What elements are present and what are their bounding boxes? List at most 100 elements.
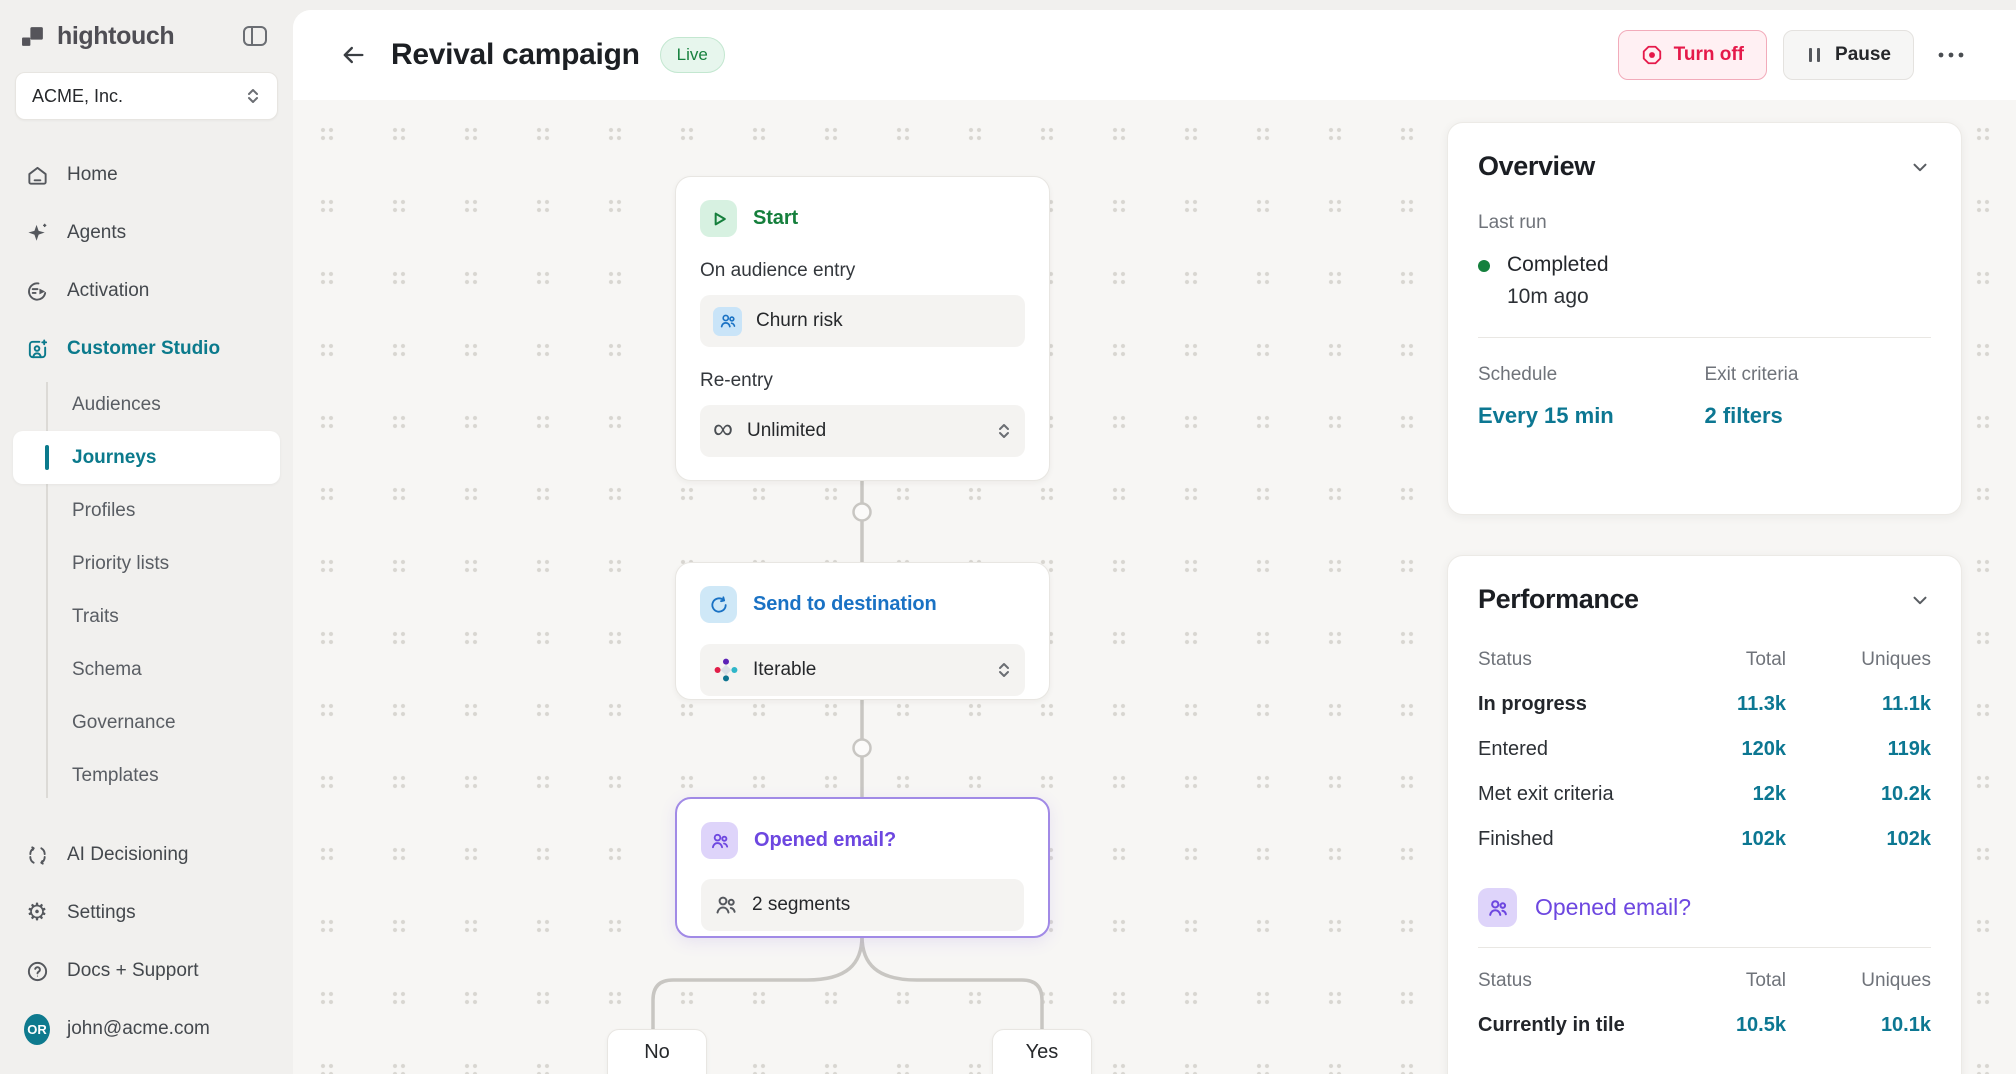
sidebar-item-templates[interactable]: Templates <box>13 749 280 802</box>
node-send-to-destination[interactable]: Send to destination Iterable <box>675 562 1050 700</box>
sidebar-item-settings[interactable]: ⚙ Settings <box>13 884 280 942</box>
hightouch-pixel-logo-icon <box>21 24 46 49</box>
node-opened-email[interactable]: Opened email? 2 segments <box>675 797 1050 938</box>
main-content: Revival campaign Live Turn off Pause <box>293 10 2016 1074</box>
table-row: In progress 11.3k 11.1k <box>1478 682 1931 727</box>
turn-off-button[interactable]: Turn off <box>1618 30 1767 80</box>
divider <box>1478 947 1931 948</box>
node-branch-header: Opened email? <box>701 822 1024 859</box>
column-total: Total <box>1666 649 1786 671</box>
row-total: 10.5k <box>1666 1014 1786 1037</box>
workspace-selector[interactable]: ACME, Inc. <box>15 72 278 120</box>
app-root: hightouch ACME, Inc. Home <box>0 0 2016 1074</box>
performance-title: Performance <box>1478 584 1639 615</box>
sidebar-item-profiles[interactable]: Profiles <box>13 484 280 537</box>
branch-yes-label: Yes <box>1026 1041 1059 1074</box>
sidebar-item-governance[interactable]: Governance <box>13 696 280 749</box>
segments-chip[interactable]: 2 segments <box>701 879 1024 931</box>
schedule-value-link[interactable]: Every 15 min <box>1478 403 1705 429</box>
chevron-down-icon[interactable] <box>1909 589 1931 611</box>
row-total: 11.3k <box>1666 693 1786 716</box>
users-icon <box>1478 888 1517 927</box>
home-icon <box>24 164 50 187</box>
pause-button[interactable]: Pause <box>1783 30 1914 80</box>
row-uniques: 10.2k <box>1786 783 1931 806</box>
sidebar-item-user[interactable]: OR john@acme.com <box>13 1000 280 1058</box>
row-total: 12k <box>1666 783 1786 806</box>
sub-item-label: Priority lists <box>72 553 169 575</box>
branch-no-label: No <box>644 1041 670 1074</box>
sidebar-item-journeys[interactable]: Journeys <box>13 431 280 484</box>
sidebar-nav: Home Agents Activation Customer Studio <box>13 146 280 378</box>
status-badge: Live <box>660 37 725 73</box>
users-icon <box>701 822 738 859</box>
chevron-up-down-icon <box>245 86 261 106</box>
iterable-logo-icon <box>713 657 739 683</box>
performance-table: Status Total Uniques In progress 11.3k 1… <box>1478 637 1931 862</box>
exit-criteria-value-link[interactable]: 2 filters <box>1705 403 1932 429</box>
sidebar-item-customer-studio[interactable]: Customer Studio <box>13 320 280 378</box>
tile-title-link[interactable]: Opened email? <box>1535 894 1691 921</box>
user-email: john@acme.com <box>67 1018 210 1040</box>
node-title: Opened email? <box>754 829 896 852</box>
sidebar-item-docs-support[interactable]: Docs + Support <box>13 942 280 1000</box>
back-button[interactable] <box>333 35 373 75</box>
sidebar-item-schema[interactable]: Schema <box>13 643 280 696</box>
ellipsis-icon <box>1936 50 1966 60</box>
row-uniques: 102k <box>1786 828 1931 851</box>
performance-card: Performance Status Total Uniques In prog… <box>1447 555 1962 1074</box>
sidebar-item-ai-decisioning[interactable]: AI Decisioning <box>13 826 280 884</box>
sidebar-item-home[interactable]: Home <box>13 146 280 204</box>
sidebar-item-label: Customer Studio <box>67 338 220 360</box>
table-row: Finished 102k 102k <box>1478 817 1931 862</box>
row-total: 120k <box>1666 738 1786 761</box>
column-total: Total <box>1666 970 1786 992</box>
sidebar-item-priority-lists[interactable]: Priority lists <box>13 537 280 590</box>
sidebar-item-traits[interactable]: Traits <box>13 590 280 643</box>
audience-name: Churn risk <box>756 310 843 332</box>
reentry-value: Unlimited <box>747 420 826 442</box>
branch-yes-node[interactable]: Yes <box>992 1029 1092 1074</box>
trigger-label: On audience entry <box>700 260 1025 282</box>
page-title: Revival campaign <box>391 38 640 72</box>
page-header: Revival campaign Live Turn off Pause <box>293 10 2016 100</box>
overview-grid: Schedule Exit criteria Every 15 min 2 fi… <box>1478 364 1931 429</box>
tile-table: Status Total Uniques Currently in tile 1… <box>1478 958 1931 1048</box>
destination-select[interactable]: Iterable <box>700 644 1025 696</box>
last-run-label: Last run <box>1478 212 1931 234</box>
overview-card: Overview Last run Completed 10m ago Sche… <box>1447 122 1962 515</box>
sidebar-item-label: Docs + Support <box>67 960 199 982</box>
destination-name: Iterable <box>753 659 816 681</box>
table-header-row: Status Total Uniques <box>1478 958 1931 1003</box>
overview-card-header[interactable]: Overview <box>1478 151 1931 182</box>
header-actions: Turn off Pause <box>1618 30 1972 80</box>
node-title: Start <box>753 207 798 230</box>
sidebar-collapse-icon[interactable] <box>238 20 272 52</box>
more-options-button[interactable] <box>1930 42 1972 68</box>
node-start[interactable]: Start On audience entry Churn risk Re-en… <box>675 176 1050 481</box>
status-dot-icon <box>1478 260 1490 272</box>
performance-card-header[interactable]: Performance <box>1478 584 1931 615</box>
customer-studio-subnav: Audiences Journeys Profiles Priority lis… <box>13 378 280 802</box>
sidebar-item-activation[interactable]: Activation <box>13 262 280 320</box>
sparkle-icon <box>24 222 50 245</box>
users-icon <box>714 893 738 917</box>
sub-item-label: Schema <box>72 659 142 681</box>
last-run-state: Completed <box>1507 253 1609 277</box>
column-status: Status <box>1478 970 1666 992</box>
sub-item-label: Audiences <box>72 394 161 416</box>
reentry-select[interactable]: ∞ Unlimited <box>700 405 1025 457</box>
table-row: Met exit criteria 12k 10.2k <box>1478 772 1931 817</box>
sidebar-item-agents[interactable]: Agents <box>13 204 280 262</box>
row-uniques: 10.1k <box>1786 1014 1931 1037</box>
row-total: 102k <box>1666 828 1786 851</box>
audience-chip[interactable]: Churn risk <box>700 295 1025 347</box>
hightouch-logo[interactable]: hightouch <box>21 22 174 51</box>
reentry-label: Re-entry <box>700 370 1025 392</box>
sub-item-label: Governance <box>72 712 176 734</box>
chevron-down-icon[interactable] <box>1909 156 1931 178</box>
table-row: Currently in tile 10.5k 10.1k <box>1478 1003 1931 1048</box>
sidebar-item-audiences[interactable]: Audiences <box>13 378 280 431</box>
branch-no-node[interactable]: No <box>607 1029 707 1074</box>
journey-canvas[interactable]: Start On audience entry Churn risk Re-en… <box>293 100 2016 1074</box>
